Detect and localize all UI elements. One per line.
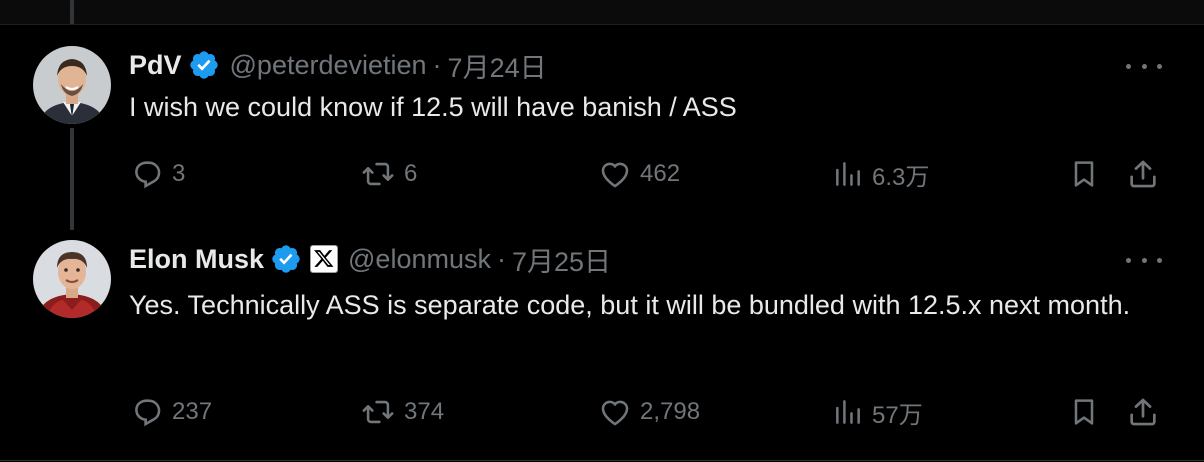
reply-button[interactable]: 3	[130, 154, 185, 194]
reply-count: 3	[172, 160, 186, 187]
tweet[interactable]: PdV @peterdevietien · 7月24日 I wish we co…	[0, 24, 1204, 224]
like-count: 462	[640, 160, 681, 187]
share-button[interactable]	[1126, 154, 1160, 194]
thread-line	[70, 0, 74, 24]
verified-badge-icon[interactable]	[188, 49, 220, 81]
share-button[interactable]	[1126, 392, 1160, 432]
previous-tweet-strip	[0, 0, 1204, 25]
share-icon	[1130, 160, 1156, 188]
separator-dot: ·	[432, 49, 442, 80]
views-bar-chart-icon	[836, 400, 860, 424]
views-button[interactable]: 6.3万	[832, 154, 929, 194]
timestamp[interactable]: 7月25日	[512, 240, 611, 279]
reply-button[interactable]: 237	[130, 392, 212, 432]
bookmark-icon	[1074, 399, 1094, 425]
like-count: 2,798	[640, 398, 701, 425]
tweet-header: PdV @peterdevietien · 7月24日	[129, 46, 547, 85]
tweet-text: I wish we could know if 12.5 will have b…	[129, 92, 737, 122]
avatar[interactable]	[33, 46, 111, 124]
repost-count: 6	[404, 160, 418, 187]
handle[interactable]: @elonmusk	[348, 244, 491, 275]
heart-icon	[601, 400, 629, 426]
display-name[interactable]: Elon Musk	[129, 244, 264, 275]
reply-count: 237	[172, 398, 213, 425]
bookmark-button[interactable]	[1068, 154, 1100, 194]
repost-count: 374	[404, 398, 445, 425]
share-icon	[1130, 398, 1156, 426]
separator-dot: ·	[496, 243, 506, 274]
reply-icon	[135, 399, 161, 427]
avatar-elonmusk	[33, 240, 111, 318]
views-button[interactable]: 57万	[832, 392, 923, 432]
verified-badge-icon[interactable]	[270, 243, 302, 275]
more-options-icon[interactable]	[1126, 250, 1162, 270]
bookmark-button[interactable]	[1068, 392, 1100, 432]
tweet-text: Yes. Technically ASS is separate code, b…	[129, 290, 1131, 320]
x-logo-icon[interactable]	[310, 245, 339, 273]
like-button[interactable]: 462	[598, 154, 680, 194]
action-bar: 3 6 462 6.3万	[0, 154, 1204, 194]
view-count: 6.3万	[872, 163, 930, 191]
repost-button[interactable]: 6	[360, 154, 417, 194]
reply-icon	[135, 161, 161, 189]
repost-icon	[362, 400, 394, 424]
avatar[interactable]	[33, 240, 111, 318]
more-options-icon[interactable]	[1126, 56, 1162, 76]
repost-icon	[362, 162, 394, 186]
views-bar-chart-icon	[836, 162, 860, 186]
heart-icon	[601, 162, 629, 188]
bookmark-icon	[1074, 161, 1094, 187]
handle[interactable]: @peterdevietien	[230, 50, 427, 81]
repost-button[interactable]: 374	[360, 392, 444, 432]
like-button[interactable]: 2,798	[598, 392, 700, 432]
tweet-header: Elon Musk @elonmusk · 7月25日	[129, 240, 611, 279]
timestamp[interactable]: 7月24日	[448, 46, 547, 85]
tweet[interactable]: Elon Musk @elonmusk · 7月25日 Yes. Technic…	[0, 224, 1204, 461]
action-bar: 237 374 2,798 57万	[0, 392, 1204, 432]
display-name[interactable]: PdV	[129, 50, 182, 81]
view-count: 57万	[872, 401, 923, 429]
avatar-peterdevietien	[33, 46, 111, 124]
